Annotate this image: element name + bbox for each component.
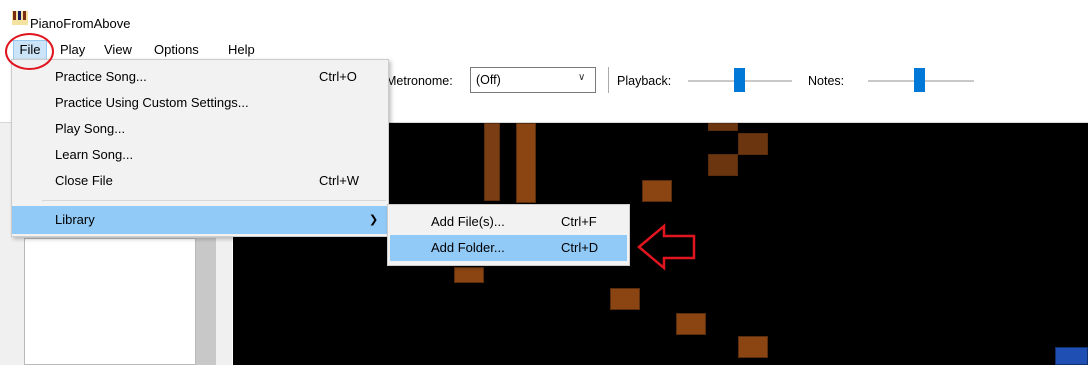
menu-item-label: Play Song... — [55, 121, 126, 136]
menu-item-practice-song[interactable]: Practice Song... Ctrl+O — [12, 64, 388, 90]
annotation-circle — [5, 33, 54, 70]
menu-item-practice-custom[interactable]: Practice Using Custom Settings... — [12, 90, 388, 116]
note-block — [708, 154, 738, 176]
title-bar — [0, 0, 1088, 34]
toolbar-separator — [608, 67, 609, 93]
menu-item-shortcut: Ctrl+W — [319, 173, 360, 188]
piano-icon — [12, 11, 28, 25]
library-scrollbar[interactable] — [196, 238, 216, 365]
menu-view[interactable]: View — [102, 40, 134, 60]
menu-item-label: Practice Song... — [55, 69, 147, 84]
note-block — [1055, 347, 1088, 365]
menu-item-label: Add File(s)... — [431, 214, 505, 229]
note-block — [642, 180, 672, 202]
window-title: PianoFromAbove — [30, 16, 131, 31]
playback-label: Playback: — [617, 74, 672, 88]
menu-item-label: Library — [55, 212, 95, 227]
menu-item-play-song[interactable]: Play Song... — [12, 116, 388, 142]
note-block — [454, 267, 484, 283]
menu-item-label: Practice Using Custom Settings... — [55, 95, 249, 110]
menu-item-shortcut: Ctrl+D — [561, 240, 599, 255]
note-block — [484, 123, 500, 201]
menu-item-add-folder[interactable]: Add Folder... Ctrl+D — [390, 235, 627, 261]
menu-item-label: Close File — [55, 173, 113, 188]
notes-slider-thumb[interactable] — [914, 68, 925, 92]
library-list[interactable] — [24, 238, 196, 365]
library-submenu: Add File(s)... Ctrl+F Add Folder... Ctrl… — [387, 204, 630, 266]
menu-item-add-files[interactable]: Add File(s)... Ctrl+F — [390, 209, 627, 235]
menu-item-label: Learn Song... — [55, 147, 134, 162]
menu-item-label: Add Folder... — [431, 240, 505, 255]
menu-help[interactable]: Help — [226, 40, 257, 60]
menu-item-library[interactable]: Library ❯ — [12, 206, 388, 234]
metronome-label: Metronome: — [386, 74, 453, 88]
note-block — [676, 313, 706, 335]
menu-item-shortcut: Ctrl+F — [561, 214, 597, 229]
note-block — [610, 288, 640, 310]
note-block — [516, 123, 536, 203]
metronome-value: (Off) — [476, 73, 501, 87]
note-block — [708, 123, 738, 131]
annotation-arrow-icon — [637, 223, 696, 271]
menu-item-shortcut: Ctrl+O — [319, 69, 357, 84]
menu-options[interactable]: Options — [152, 40, 201, 60]
chevron-down-icon: ∨ — [578, 72, 586, 83]
note-block — [738, 133, 768, 155]
note-block — [738, 336, 768, 358]
playback-slider-thumb[interactable] — [734, 68, 745, 92]
menu-separator — [42, 200, 386, 201]
menu-item-learn-song[interactable]: Learn Song... — [12, 142, 388, 168]
menu-play[interactable]: Play — [58, 40, 87, 60]
chevron-right-icon: ❯ — [369, 214, 379, 226]
menu-item-close-file[interactable]: Close File Ctrl+W — [12, 168, 388, 194]
notes-label: Notes: — [808, 74, 845, 88]
file-menu: Practice Song... Ctrl+O Practice Using C… — [11, 59, 389, 237]
